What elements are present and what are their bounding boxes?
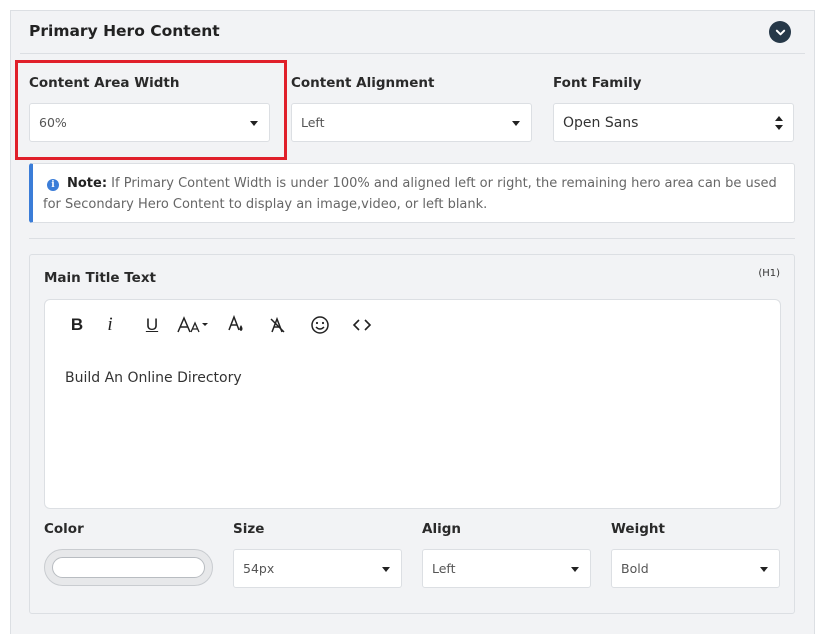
- h1-tag: (H1): [758, 268, 780, 279]
- weight-value: Bold: [621, 561, 649, 576]
- main-title-section: Main Title Text (H1) B i U Build An Onli…: [29, 254, 795, 614]
- note-text: Note: If Primary Content Width is under …: [43, 173, 783, 215]
- weight-label: Weight: [611, 521, 665, 537]
- caret-down-icon: [571, 567, 579, 572]
- caret-down-icon: [512, 121, 520, 126]
- color-label: Color: [44, 521, 84, 537]
- align-select[interactable]: Left: [422, 549, 591, 588]
- font-family-select[interactable]: Open Sans: [553, 103, 794, 142]
- code-button[interactable]: [341, 314, 383, 336]
- up-down-arrows-icon: [775, 116, 783, 130]
- font-size-icon: [177, 316, 208, 333]
- weight-select[interactable]: Bold: [611, 549, 780, 588]
- clear-format-button[interactable]: [257, 314, 299, 336]
- size-label: Size: [233, 521, 265, 537]
- highlight-box: [15, 60, 287, 160]
- note-box: i Note: If Primary Content Width is unde…: [29, 163, 795, 223]
- clear-format-icon: [270, 316, 285, 333]
- size-value: 54px: [243, 561, 275, 576]
- content-alignment-label: Content Alignment: [291, 75, 435, 91]
- font-family-value: Open Sans: [563, 114, 639, 131]
- editor-content[interactable]: Build An Online Directory: [65, 370, 242, 386]
- caret-down-icon: [760, 567, 768, 572]
- emoji-button[interactable]: [299, 314, 341, 336]
- collapse-button[interactable]: [769, 21, 791, 43]
- panel-header[interactable]: Primary Hero Content: [20, 11, 805, 54]
- underline-button[interactable]: U: [131, 314, 173, 336]
- font-family-label: Font Family: [553, 75, 642, 91]
- text-color-button[interactable]: [215, 314, 257, 336]
- bold-button[interactable]: B: [65, 314, 89, 336]
- align-label: Align: [422, 521, 461, 537]
- content-alignment-value: Left: [301, 115, 325, 130]
- note-body: If Primary Content Width is under 100% a…: [43, 176, 777, 212]
- divider: [29, 238, 795, 239]
- text-color-icon: [228, 315, 243, 331]
- content-alignment-select[interactable]: Left: [291, 103, 532, 142]
- panel-title: Primary Hero Content: [29, 22, 220, 40]
- chevron-down-icon: [775, 29, 785, 35]
- size-select[interactable]: 54px: [233, 549, 402, 588]
- rich-text-editor[interactable]: B i U Build An Online Directory: [44, 299, 781, 509]
- color-picker[interactable]: [44, 549, 213, 586]
- emoji-icon: [311, 316, 329, 334]
- note-label: Note:: [67, 176, 108, 191]
- code-icon: [352, 319, 372, 331]
- main-title-label: Main Title Text: [44, 270, 156, 286]
- align-value: Left: [432, 561, 456, 576]
- italic-button[interactable]: i: [89, 314, 131, 336]
- editor-toolbar: B i U: [65, 314, 383, 336]
- font-size-button[interactable]: [173, 314, 215, 336]
- color-swatch[interactable]: [52, 557, 205, 578]
- caret-down-icon: [382, 567, 390, 572]
